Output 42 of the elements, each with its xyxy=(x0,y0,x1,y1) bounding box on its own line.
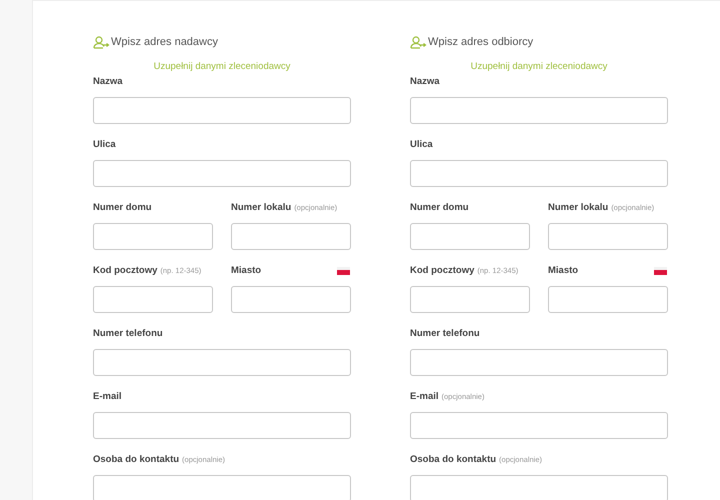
field-label: Kod pocztowy xyxy=(93,266,158,276)
input-field[interactable] xyxy=(410,475,668,500)
user-arrow-icon xyxy=(410,36,427,48)
input-field[interactable] xyxy=(410,286,530,313)
field-label: Nazwa xyxy=(93,77,123,87)
field-label: Ulica xyxy=(93,140,116,150)
field-label: Nazwa xyxy=(410,77,440,87)
field-label: Numer domu xyxy=(93,203,152,213)
fill-link[interactable]: Uzupełnij danymi zleceniodawcy xyxy=(154,62,290,74)
input-field[interactable] xyxy=(410,349,668,376)
section-heading: Wpisz adres nadawcy xyxy=(111,36,218,48)
input-field[interactable] xyxy=(548,286,668,313)
input-field[interactable] xyxy=(93,223,213,250)
fill-link[interactable]: Uzupełnij danymi zleceniodawcy xyxy=(470,62,608,74)
field-label: Osoba do kontaktu xyxy=(410,455,496,465)
input-field[interactable] xyxy=(410,160,668,187)
field-label: Osoba do kontaktu xyxy=(93,455,180,465)
input-field[interactable] xyxy=(231,286,351,313)
input-field[interactable] xyxy=(548,223,668,250)
input-field[interactable] xyxy=(231,223,351,250)
input-field[interactable] xyxy=(410,223,530,250)
input-field[interactable] xyxy=(93,349,351,376)
field-label: Kod pocztowy xyxy=(410,266,474,276)
input-field[interactable] xyxy=(93,475,351,500)
input-field[interactable] xyxy=(93,160,351,187)
field-label: Numer telefonu xyxy=(410,329,480,339)
input-field[interactable] xyxy=(93,286,213,313)
field-label: Ulica xyxy=(410,140,433,150)
field-label: Miasto xyxy=(548,266,578,276)
field-label: E-mail xyxy=(410,392,439,402)
input-field[interactable] xyxy=(93,97,351,124)
field-label: Numer lokalu xyxy=(548,203,608,213)
field-label: Numer telefonu xyxy=(93,329,163,339)
field-label: Numer domu xyxy=(410,203,469,213)
field-label: Numer lokalu xyxy=(231,203,292,213)
input-field[interactable] xyxy=(410,412,668,439)
input-field[interactable] xyxy=(410,97,668,124)
input-field[interactable] xyxy=(93,412,351,439)
user-arrow-icon xyxy=(93,36,110,48)
field-label: Miasto xyxy=(231,266,262,276)
field-label: E-mail xyxy=(93,392,122,402)
section-heading: Wpisz adres odbiorcy xyxy=(428,36,534,48)
